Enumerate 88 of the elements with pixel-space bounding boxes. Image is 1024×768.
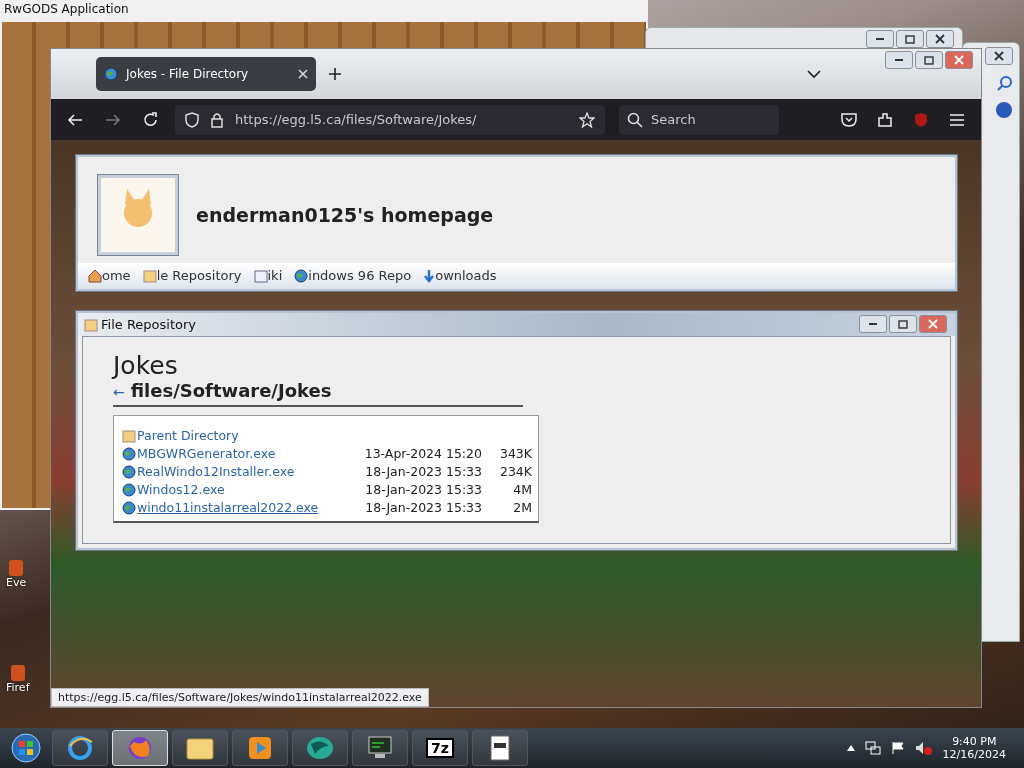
folder-icon — [142, 268, 157, 283]
app-icon[interactable] — [10, 665, 25, 681]
nav-link[interactable]: ome — [88, 268, 131, 283]
close-icon — [935, 34, 945, 44]
minimize-icon — [875, 37, 885, 41]
globe-icon — [294, 268, 309, 283]
size-cell-text: 234K — [498, 464, 532, 479]
taskbar-button[interactable] — [352, 730, 408, 766]
nav-link[interactable]: le Repository — [142, 268, 242, 283]
desktop-icon-label[interactable]: Eve — [6, 576, 27, 589]
back-link[interactable]: ← — [113, 384, 125, 400]
page-heading: Jokes — [113, 351, 179, 380]
play-icon — [247, 735, 273, 761]
globe-icon — [104, 67, 118, 81]
taskbar-button[interactable] — [172, 730, 228, 766]
plus-icon[interactable] — [328, 67, 342, 81]
file-link[interactable]: windo11instalarreal2022.exe — [122, 500, 365, 515]
size-cell-text: 2M — [512, 500, 532, 515]
close-button[interactable] — [926, 30, 954, 48]
minimize-icon — [894, 58, 904, 62]
minimize-button[interactable] — [885, 51, 913, 69]
minimize-icon — [868, 322, 878, 326]
size-cell-text: 343K — [498, 446, 532, 461]
close-icon — [994, 51, 1004, 61]
globe-icon — [122, 464, 136, 479]
site-title: enderman0125's homepage — [196, 204, 494, 226]
e-logo-icon — [66, 734, 94, 762]
document-icon — [489, 735, 511, 761]
taskbar-button[interactable] — [52, 730, 108, 766]
nav-link[interactable]: indows 96 Repo — [294, 268, 412, 283]
folder-icon — [84, 317, 98, 332]
globe-icon — [122, 446, 136, 461]
desktop-icon-label[interactable]: Firef — [6, 681, 30, 694]
file-link[interactable]: MBGWRGenerator.exe — [122, 446, 365, 461]
close-icon[interactable] — [298, 69, 308, 79]
book-icon — [253, 268, 268, 283]
file-link[interactable]: RealWindo12Installer.exe — [122, 464, 365, 479]
fox-globe-icon — [126, 734, 154, 762]
search-field[interactable]: Search — [619, 104, 779, 135]
file-link[interactable]: Windos12.exe — [122, 482, 365, 497]
app-icon[interactable] — [9, 560, 24, 576]
taskbar-button[interactable] — [472, 730, 528, 766]
link-status-bar: https://egg.l5.ca/files/Software/Jokes/windo11instalarreal2022.exe — [51, 688, 429, 707]
directory-path: files/Software/Jokes — [130, 380, 332, 401]
maximize-icon — [924, 55, 934, 65]
shield-icon — [185, 111, 199, 128]
browser-tab[interactable]: Jokes - File Directory — [96, 57, 316, 91]
folder-up-icon — [122, 428, 136, 443]
folder-icon — [185, 735, 215, 761]
sphere-icon — [305, 734, 335, 762]
maximize-icon — [905, 34, 915, 44]
date-cell: 13-Apr-2024 15:20 — [364, 446, 482, 461]
lock-icon — [211, 111, 223, 128]
size-cell-text: 4M — [512, 482, 532, 497]
flag-icon[interactable] — [890, 741, 905, 755]
address-bar[interactable]: https://egg.l5.ca/files/Software/Jokes/ — [175, 104, 605, 135]
search-icon — [627, 111, 643, 128]
window-title: RwGODS Application — [3, 1, 130, 18]
monitor-icon — [366, 735, 394, 761]
star-icon[interactable] — [579, 111, 595, 128]
search-icon[interactable] — [997, 75, 1013, 91]
network-icon[interactable] — [864, 741, 881, 755]
close-icon — [954, 55, 964, 65]
chevron-down-icon[interactable] — [807, 69, 821, 79]
globe-icon — [122, 500, 136, 515]
chevron-up-icon[interactable] — [846, 745, 855, 751]
minimize-button[interactable] — [866, 30, 894, 48]
date-cell: 18-Jan-2023 15:33 — [364, 464, 482, 479]
close-icon — [928, 319, 938, 329]
muted-speaker-icon[interactable] — [914, 741, 933, 755]
taskbar-button[interactable]: 7z — [412, 730, 468, 766]
globe-icon — [122, 482, 136, 497]
maximize-icon — [898, 319, 908, 329]
nav-link[interactable]: iki — [253, 268, 283, 283]
date-cell: 18-Jan-2023 15:33 — [364, 500, 482, 515]
maximize-button[interactable] — [896, 30, 924, 48]
clock[interactable]: 9:40 PM 12/16/2024 — [942, 735, 1020, 761]
download-arrow-icon — [423, 268, 436, 283]
date-cell: 18-Jan-2023 15:33 — [364, 482, 482, 497]
maximize-button[interactable] — [889, 315, 917, 333]
maximize-button[interactable] — [915, 51, 943, 69]
close-button[interactable] — [985, 47, 1013, 65]
file-link[interactable]: Parent Directory — [122, 428, 365, 443]
house-icon — [88, 268, 102, 283]
minimize-button[interactable] — [859, 315, 887, 333]
nav-link[interactable]: ownloads — [423, 268, 497, 283]
window-title: File Repository — [101, 317, 196, 332]
archiver-logo: 7z — [426, 738, 454, 758]
